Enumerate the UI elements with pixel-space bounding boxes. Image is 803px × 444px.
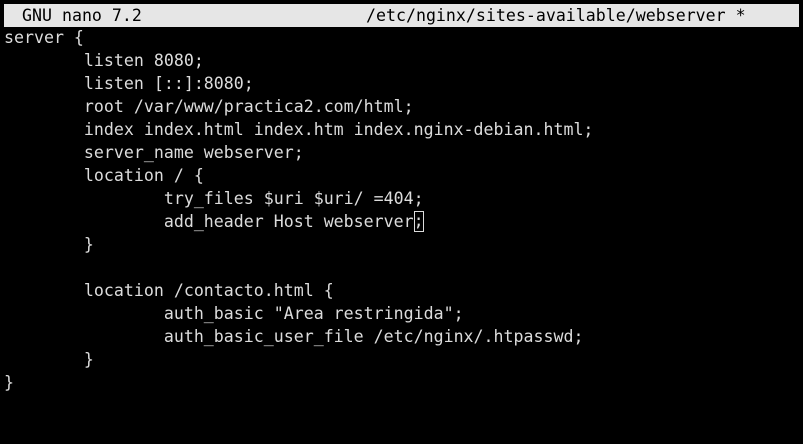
text-cursor: ; bbox=[413, 211, 424, 232]
terminal-window: GNU nano 7.2 /etc/nginx/sites-available/… bbox=[0, 0, 803, 444]
code-line[interactable]: } bbox=[4, 348, 799, 371]
code-line-text: add_header Host webserver bbox=[4, 212, 414, 231]
code-line[interactable]: location /contacto.html { bbox=[4, 279, 799, 302]
text-editor-area[interactable]: server { listen 8080; listen [::]:8080; … bbox=[4, 26, 799, 440]
code-line[interactable]: index index.html index.htm index.nginx-d… bbox=[4, 118, 799, 141]
code-line[interactable] bbox=[4, 256, 799, 279]
code-line[interactable]: auth_basic_user_file /etc/nginx/.htpassw… bbox=[4, 325, 799, 348]
file-path: /etc/nginx/sites-available/webserver * bbox=[366, 6, 746, 25]
code-line[interactable]: } bbox=[4, 233, 799, 256]
code-line[interactable]: root /var/www/practica2.com/html; bbox=[4, 95, 799, 118]
code-line[interactable]: listen [::]:8080; bbox=[4, 72, 799, 95]
code-line[interactable]: try_files $uri $uri/ =404; bbox=[4, 187, 799, 210]
code-line[interactable]: auth_basic "Area restringida"; bbox=[4, 302, 799, 325]
app-title: GNU nano 7.2 bbox=[22, 6, 142, 25]
code-line-with-cursor[interactable]: add_header Host webserver; bbox=[4, 210, 799, 233]
code-line[interactable]: location / { bbox=[4, 164, 799, 187]
nano-title-bar: GNU nano 7.2 /etc/nginx/sites-available/… bbox=[4, 4, 799, 27]
code-line[interactable]: listen 8080; bbox=[4, 49, 799, 72]
code-line[interactable]: server { bbox=[4, 26, 799, 49]
code-line[interactable]: } bbox=[4, 371, 799, 394]
code-line[interactable]: server_name webserver; bbox=[4, 141, 799, 164]
